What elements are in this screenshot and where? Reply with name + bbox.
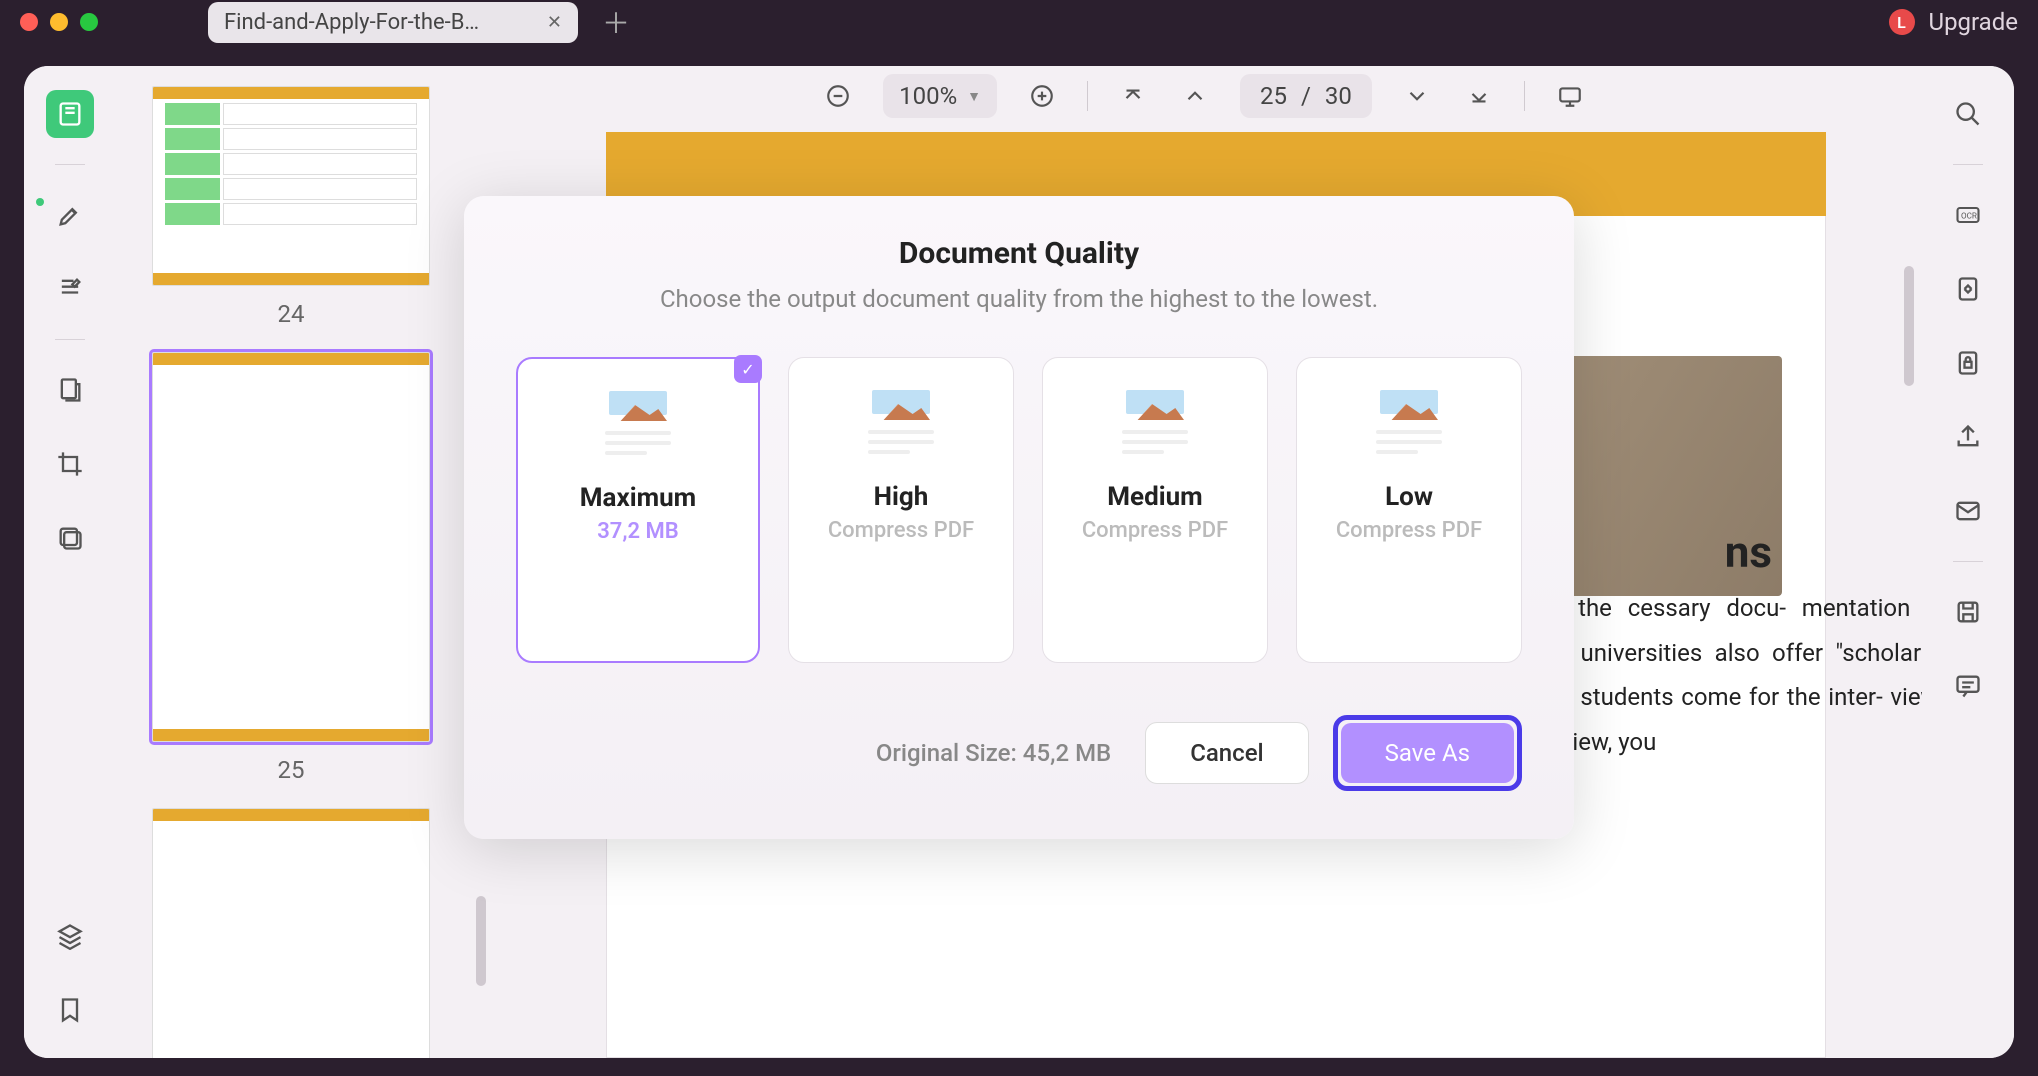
page-tools-button[interactable] — [46, 366, 94, 414]
thumbnail-image — [152, 808, 430, 1058]
original-size-label: Original Size: 45,2 MB — [516, 739, 1121, 767]
protect-button[interactable] — [1944, 339, 1992, 387]
crop-button[interactable] — [46, 440, 94, 488]
stamp-button[interactable] — [46, 514, 94, 562]
cancel-button[interactable]: Cancel — [1145, 722, 1308, 784]
chevron-down-icon: ▼ — [967, 88, 981, 105]
quality-sub: Compress PDF — [1336, 518, 1482, 543]
layers-button[interactable] — [46, 912, 94, 960]
toolbar-separator — [1087, 81, 1088, 111]
zoom-value: 100% — [899, 82, 957, 110]
last-page-button[interactable] — [1462, 79, 1496, 113]
titlebar: Find-and-Apply-For-the-B… ✕ ＋ L Upgrade — [0, 0, 2038, 44]
modal-footer: Original Size: 45,2 MB Cancel Save As — [516, 715, 1522, 791]
window-controls — [20, 13, 98, 31]
highlighter-button[interactable] — [46, 191, 94, 239]
quality-label: Low — [1385, 482, 1433, 512]
thumbnail-scrollbar[interactable] — [476, 896, 486, 986]
zoom-out-button[interactable] — [821, 79, 855, 113]
total-pages: 30 — [1325, 82, 1352, 110]
quality-thumb-icon — [603, 391, 673, 461]
workspace: 24 25 100% ▼ — [24, 66, 2014, 1058]
first-page-button[interactable] — [1116, 79, 1150, 113]
tab-title: Find-and-Apply-For-the-B… — [224, 10, 531, 35]
convert-button[interactable] — [1944, 265, 1992, 313]
quality-thumb-icon — [1374, 390, 1444, 460]
thumbnail-number: 24 — [126, 300, 456, 328]
ocr-button[interactable]: OCR — [1944, 191, 1992, 239]
reader-mode-button[interactable] — [46, 90, 94, 138]
quality-size: 37,2 MB — [597, 519, 679, 544]
rail-separator — [55, 164, 85, 165]
prev-page-button[interactable] — [1178, 79, 1212, 113]
right-rail: OCR — [1922, 66, 2014, 1058]
thumbnail-image — [152, 352, 430, 742]
quality-option-medium[interactable]: Medium Compress PDF — [1042, 357, 1268, 663]
zoom-select[interactable]: 100% ▼ — [883, 74, 997, 118]
rail-separator — [1953, 164, 1983, 165]
window-close-button[interactable] — [20, 13, 38, 31]
edit-button[interactable] — [46, 265, 94, 313]
thumbnail-page[interactable] — [126, 808, 456, 1058]
page-indicator[interactable]: 25 / 30 — [1240, 74, 1372, 118]
share-button[interactable] — [1944, 413, 1992, 461]
check-icon: ✓ — [734, 355, 762, 383]
quality-label: High — [874, 482, 929, 512]
thumbnail-number: 25 — [126, 756, 456, 784]
modal-subtitle: Choose the output document quality from … — [516, 285, 1522, 313]
svg-text:OCR: OCR — [1961, 211, 1977, 221]
window-minimize-button[interactable] — [50, 13, 68, 31]
top-toolbar: 100% ▼ 25 / 30 — [486, 66, 1922, 126]
close-icon[interactable]: ✕ — [547, 12, 562, 33]
window-maximize-button[interactable] — [80, 13, 98, 31]
comments-button[interactable] — [1944, 662, 1992, 710]
quality-thumb-icon — [866, 390, 936, 460]
email-button[interactable] — [1944, 487, 1992, 535]
zoom-in-button[interactable] — [1025, 79, 1059, 113]
avatar[interactable]: L — [1889, 9, 1915, 35]
search-button[interactable] — [1944, 90, 1992, 138]
document-quality-modal: Document Quality Choose the output docum… — [464, 196, 1574, 839]
current-page: 25 — [1260, 82, 1287, 110]
thumbnail-page[interactable]: 24 — [126, 86, 456, 328]
save-as-button[interactable]: Save As — [1341, 723, 1514, 783]
quality-thumb-icon — [1120, 390, 1190, 460]
quality-label: Maximum — [580, 483, 696, 513]
rail-separator — [1953, 561, 1983, 562]
save-as-highlight: Save As — [1333, 715, 1522, 791]
thumbnail-image — [152, 86, 430, 286]
document-heading-fragment: ns — [1725, 526, 1772, 578]
document-tab[interactable]: Find-and-Apply-For-the-B… ✕ — [208, 2, 578, 43]
rail-separator — [55, 339, 85, 340]
quality-sub: Compress PDF — [828, 518, 974, 543]
quality-options: ✓ Maximum 37,2 MB High Compress PDF — [516, 357, 1522, 663]
left-rail — [24, 66, 116, 1058]
thumbnail-panel: 24 25 — [116, 66, 486, 1058]
quality-option-maximum[interactable]: ✓ Maximum 37,2 MB — [516, 357, 760, 663]
presentation-button[interactable] — [1553, 79, 1587, 113]
upgrade-link[interactable]: Upgrade — [1929, 8, 2019, 36]
quality-sub: Compress PDF — [1082, 518, 1228, 543]
status-dot-icon — [36, 198, 44, 206]
quality-option-high[interactable]: High Compress PDF — [788, 357, 1014, 663]
document-scrollbar[interactable] — [1904, 266, 1914, 386]
save-button[interactable] — [1944, 588, 1992, 636]
new-tab-button[interactable]: ＋ — [602, 2, 630, 42]
next-page-button[interactable] — [1400, 79, 1434, 113]
toolbar-separator — [1524, 81, 1525, 111]
quality-option-low[interactable]: Low Compress PDF — [1296, 357, 1522, 663]
quality-label: Medium — [1107, 482, 1202, 512]
bookmark-button[interactable] — [46, 986, 94, 1034]
thumbnail-page[interactable]: 25 — [126, 352, 456, 784]
modal-title: Document Quality — [516, 236, 1522, 271]
